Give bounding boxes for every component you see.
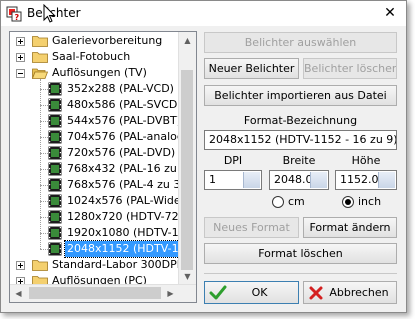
width-input[interactable]: 2048.0 bbox=[269, 170, 329, 190]
tree-item[interactable]: 720x576 (PAL-DVD) bbox=[10, 145, 178, 161]
film-frame-icon bbox=[48, 114, 62, 128]
change-format-button[interactable]: Format ändern bbox=[303, 217, 397, 238]
belichter-dialog: ? Belichter ✕ Galerievorbereitung Saal-Fo… bbox=[0, 0, 407, 313]
tree-item[interactable]: Standard-Labor 300DPI bbox=[10, 257, 180, 273]
scroll-left-arrow-icon[interactable]: ◀ bbox=[10, 285, 27, 302]
height-calculator-icon[interactable] bbox=[378, 172, 395, 188]
ok-label: OK bbox=[251, 286, 268, 299]
tree-item-label: Auflösungen (TV) bbox=[52, 66, 147, 79]
scroll-right-arrow-icon[interactable]: ▶ bbox=[162, 285, 179, 302]
tree-connector-line bbox=[40, 79, 42, 249]
mouse-cursor-icon bbox=[43, 4, 56, 23]
tree-item[interactable]: 704x576 (PAL-analoge bbox=[10, 129, 191, 145]
tree-item[interactable]: 768x432 (PAL-16 zu 9) bbox=[10, 161, 192, 177]
tree-item-label-selected: 2048x1152 (HDTV-115 bbox=[64, 240, 196, 258]
tree-item[interactable]: 2048x1152 (HDTV-115 bbox=[10, 240, 196, 258]
tree-item-label: 352x288 (PAL-VCD) bbox=[67, 82, 174, 95]
tree-item-label: 1280x720 (HDTV-720 - bbox=[67, 210, 194, 223]
tree-item-label: 768x432 (PAL-16 zu 9) bbox=[67, 162, 192, 175]
film-frame-icon bbox=[48, 242, 62, 256]
cancel-button[interactable]: Abbrechen bbox=[303, 281, 397, 304]
app-icon: ? bbox=[6, 6, 22, 22]
checkmark-icon bbox=[209, 285, 227, 300]
width-value: 2048.0 bbox=[274, 173, 313, 186]
tree-item[interactable]: 544x576 (PAL-DVBT) bbox=[10, 113, 181, 129]
vertical-scroll-thumb[interactable] bbox=[181, 70, 193, 270]
title-bar[interactable]: ? Belichter ✕ bbox=[1, 1, 406, 26]
tree-item-label: 1024x576 (PAL-Wide) bbox=[67, 194, 185, 207]
horizontal-scrollbar[interactable]: ◀ ▶ bbox=[10, 284, 196, 302]
vertical-scrollbar[interactable]: ▲ ▼ bbox=[178, 32, 196, 285]
cancel-label: Abbrechen bbox=[329, 286, 389, 299]
new-format-button[interactable]: Neues Format bbox=[204, 217, 299, 238]
format-name-input[interactable]: 2048x1152 (HDTV-1152 - 16 zu 9) bbox=[204, 130, 397, 150]
dpi-input[interactable]: 1 bbox=[204, 170, 262, 190]
open-folder-icon bbox=[32, 68, 48, 79]
film-frame-icon bbox=[48, 98, 62, 112]
tree-item[interactable]: Saal-Fotobuch bbox=[10, 49, 178, 65]
tree-item-label: 704x576 (PAL-analoge bbox=[67, 130, 191, 143]
film-frame-icon bbox=[48, 194, 62, 208]
height-value: 1152.0 bbox=[340, 173, 379, 186]
unit-inch-radio[interactable] bbox=[342, 196, 354, 208]
height-label: Höhe bbox=[351, 154, 381, 167]
svg-text:?: ? bbox=[15, 13, 20, 22]
width-calculator-icon[interactable] bbox=[310, 172, 327, 188]
tree-item-label: Saal-Fotobuch bbox=[52, 50, 131, 63]
tree-item[interactable]: 768x576 (PAL-4 zu 3) bbox=[10, 177, 185, 193]
folder-icon bbox=[32, 36, 48, 47]
scroll-up-arrow-icon[interactable]: ▲ bbox=[179, 32, 196, 49]
unit-inch-label: inch bbox=[358, 195, 382, 208]
film-frame-icon bbox=[48, 82, 62, 96]
expand-plus-icon[interactable] bbox=[16, 261, 25, 270]
collapse-minus-icon[interactable] bbox=[16, 69, 25, 78]
unit-cm-label: cm bbox=[288, 195, 305, 208]
tree-item-label: 720x576 (PAL-DVD) bbox=[67, 146, 176, 159]
film-frame-icon bbox=[48, 130, 62, 144]
ok-button[interactable]: OK bbox=[204, 281, 299, 304]
dpi-calculator-icon[interactable] bbox=[243, 172, 260, 188]
film-frame-icon bbox=[48, 210, 62, 224]
tree-item-label: 768x576 (PAL-4 zu 3) bbox=[67, 178, 185, 191]
tree-item[interactable]: 1024x576 (PAL-Wide) bbox=[10, 193, 185, 209]
tree-item[interactable]: 480x586 (PAL-SVCD) bbox=[10, 97, 182, 113]
dpi-value: 1 bbox=[209, 173, 216, 186]
unit-cm-radio[interactable] bbox=[272, 196, 284, 208]
format-tree[interactable]: Galerievorbereitung Saal-Fotobuch Auflösun… bbox=[9, 31, 197, 303]
delete-format-button[interactable]: Format löschen bbox=[204, 243, 397, 264]
tree-item[interactable]: 1280x720 (HDTV-720 - bbox=[10, 209, 193, 225]
import-exposer-button[interactable]: Belichter importieren aus Datei bbox=[204, 85, 397, 106]
tree-item-label: 480x586 (PAL-SVCD) bbox=[67, 98, 182, 111]
tree-connector bbox=[40, 249, 48, 251]
cancel-x-icon bbox=[309, 286, 323, 300]
tree-item[interactable]: 352x288 (PAL-VCD) bbox=[10, 81, 178, 97]
height-input[interactable]: 1152.0 bbox=[335, 170, 397, 190]
divider bbox=[204, 273, 397, 274]
delete-exposer-button[interactable]: Belichter löschen bbox=[303, 58, 397, 79]
tree-item-label: Galerievorbereitung bbox=[52, 34, 163, 47]
format-name-label: Format-Bezeichnung bbox=[243, 114, 358, 127]
dpi-label: DPI bbox=[223, 154, 243, 167]
tree-item[interactable]: Auflösungen (TV) bbox=[10, 65, 178, 81]
expand-plus-icon[interactable] bbox=[16, 37, 25, 46]
tree-item-label: Standard-Labor 300DPI bbox=[52, 258, 180, 271]
tree-item[interactable]: 1920x1080 (HDTV-1080 bbox=[10, 225, 196, 241]
width-label: Breite bbox=[282, 154, 316, 167]
film-frame-icon bbox=[48, 178, 62, 192]
expand-plus-icon[interactable] bbox=[16, 53, 25, 62]
film-frame-icon bbox=[48, 146, 62, 160]
film-frame-icon bbox=[48, 226, 62, 240]
close-button[interactable]: ✕ bbox=[382, 5, 398, 21]
folder-icon bbox=[32, 260, 48, 271]
select-exposer-button[interactable]: Belichter auswählen bbox=[204, 32, 397, 53]
folder-icon bbox=[32, 52, 48, 63]
tree-item-label: 544x576 (PAL-DVBT) bbox=[67, 114, 182, 127]
scroll-down-arrow-icon[interactable]: ▼ bbox=[179, 268, 196, 285]
film-frame-icon bbox=[48, 162, 62, 176]
tree-item[interactable]: Galerievorbereitung bbox=[10, 33, 178, 49]
new-exposer-button[interactable]: Neuer Belichter bbox=[204, 58, 299, 79]
horizontal-scroll-thumb[interactable] bbox=[29, 287, 161, 299]
